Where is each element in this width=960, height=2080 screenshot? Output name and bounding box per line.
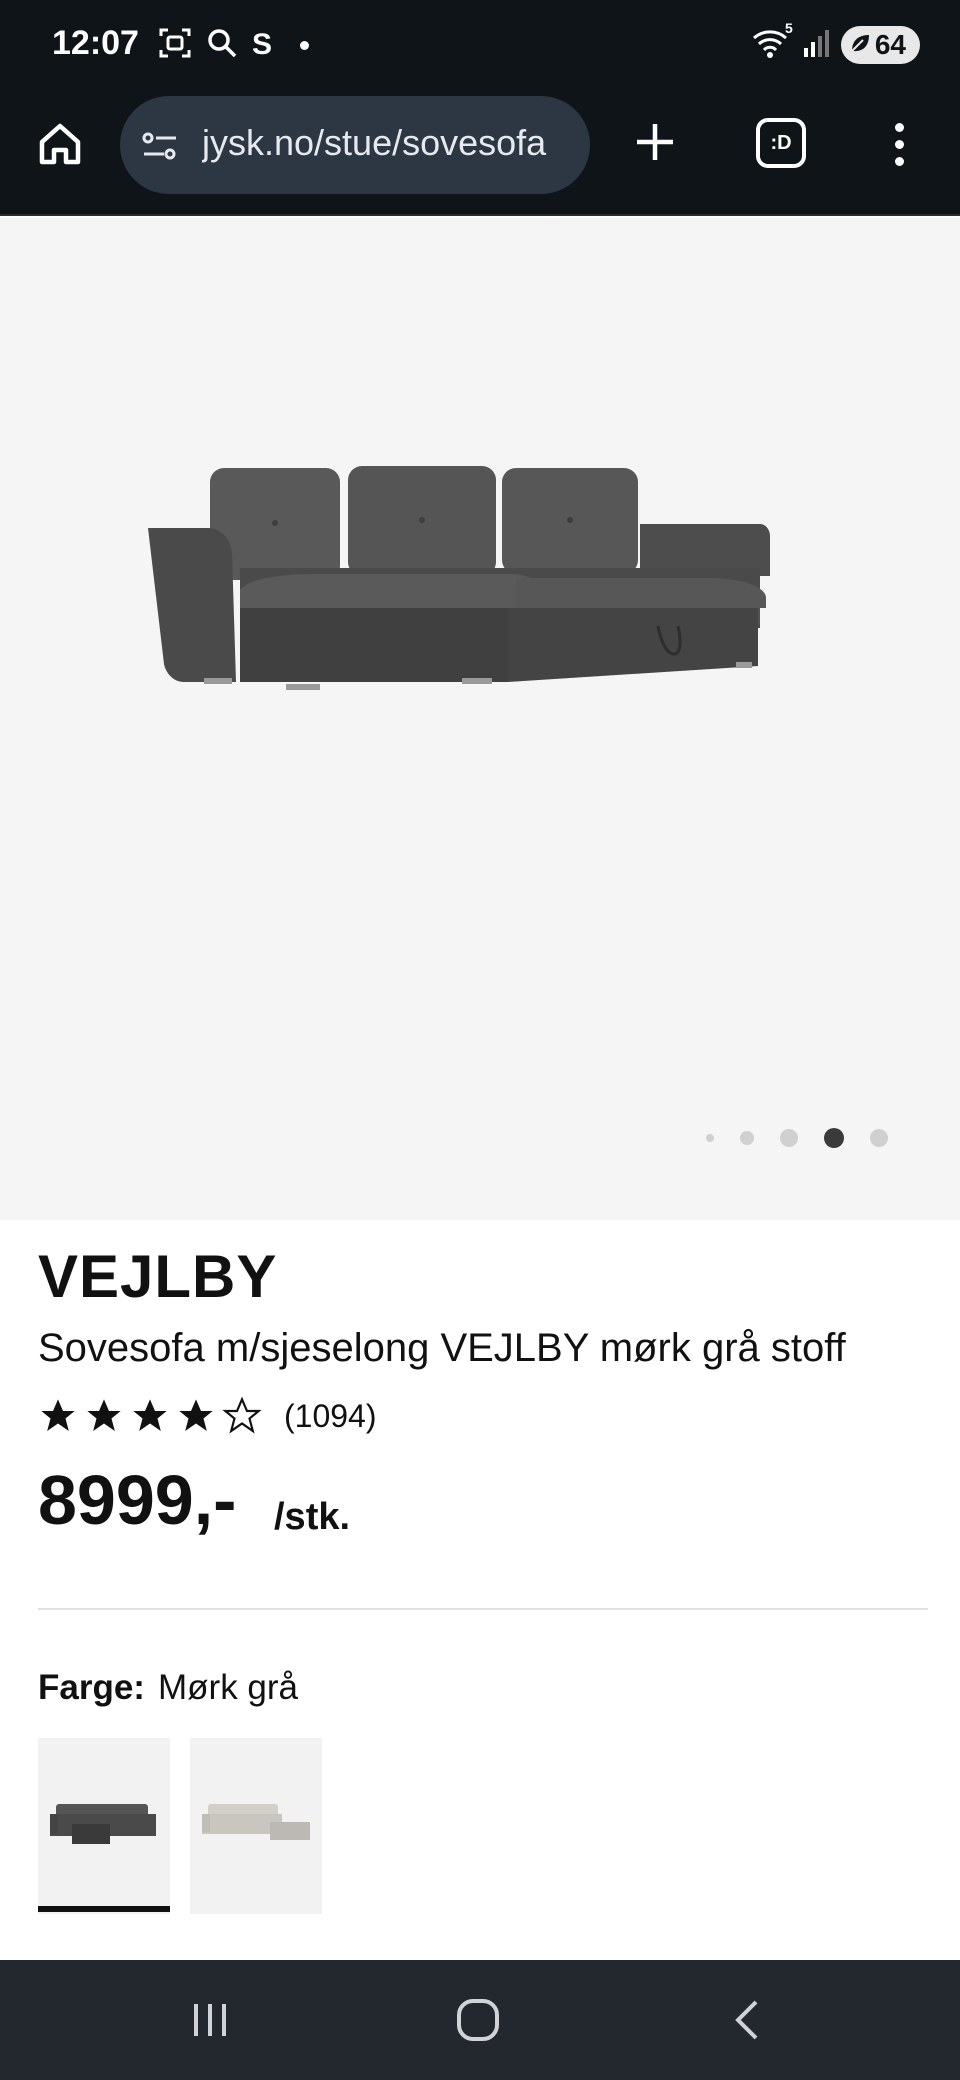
url-text[interactable]: jysk.no/stue/sovesofa	[202, 122, 590, 164]
home-button[interactable]	[32, 116, 88, 172]
home-icon	[39, 123, 81, 165]
divider	[38, 1608, 928, 1610]
gallery-dot-3[interactable]	[780, 1129, 798, 1147]
status-bar: 12:07 S 5 64	[0, 0, 960, 90]
home-circle-icon	[457, 1999, 499, 2041]
signal-icon	[803, 28, 829, 63]
menu-dot	[894, 122, 904, 132]
tab-switcher-button[interactable]: :D	[756, 118, 806, 168]
recent-apps-icon	[194, 2004, 226, 2036]
star-filled-icon	[179, 1399, 213, 1431]
star-filled-icon	[133, 1399, 167, 1431]
status-time: 12:07	[52, 24, 139, 62]
status-icons-right: 5 64	[751, 20, 920, 66]
wifi-icon: 5	[751, 20, 793, 65]
menu-dot	[894, 156, 904, 166]
color-swatch-light-grey[interactable]	[190, 1738, 322, 1914]
browser-toolbar: jysk.no/stue/sovesofa :D	[0, 90, 960, 216]
wifi-badge: 5	[785, 19, 793, 36]
product-description: Sovesofa m/sjeselong VEJLBY mørk grå sto…	[38, 1326, 846, 1370]
product-name: VEJLBY	[38, 1243, 278, 1310]
star-filled-icon	[87, 1399, 121, 1431]
gallery-pagination	[700, 1118, 900, 1158]
plus-icon	[637, 124, 673, 160]
product-image-gallery[interactable]	[0, 218, 960, 1220]
back-arrow-icon	[735, 2000, 758, 2040]
menu-dot	[894, 139, 904, 149]
search-status-icon	[206, 27, 238, 64]
address-bar[interactable]: jysk.no/stue/sovesofa	[120, 96, 590, 194]
s-app-icon: S	[252, 28, 273, 61]
screenshot-icon	[158, 26, 192, 65]
selected-swatch-indicator	[38, 1906, 170, 1912]
site-settings-icon[interactable]	[140, 126, 180, 166]
system-navigation-bar	[0, 1960, 960, 2080]
browser-menu-button[interactable]	[884, 114, 914, 174]
gallery-dot-1[interactable]	[706, 1134, 714, 1142]
gallery-dot-active[interactable]	[824, 1128, 844, 1148]
sofa-thumbnail-dark	[50, 1804, 156, 1844]
price-unit: /stk.	[274, 1496, 351, 1538]
battery-level: 64	[874, 29, 906, 60]
color-label: Farge:	[38, 1668, 145, 1707]
battery-indicator: 64	[840, 26, 920, 64]
new-tab-button[interactable]	[630, 112, 680, 172]
color-swatch-dark-grey[interactable]	[38, 1738, 170, 1914]
product-image-sofa[interactable]	[140, 428, 830, 758]
gallery-dot-5[interactable]	[870, 1129, 888, 1147]
back-button[interactable]	[718, 1990, 778, 2050]
gallery-dot-2[interactable]	[740, 1131, 754, 1145]
status-icons-left: S	[158, 22, 310, 68]
product-rating[interactable]: (1094)	[38, 1390, 377, 1442]
star-filled-icon	[41, 1399, 75, 1431]
star-empty-icon	[222, 1396, 262, 1434]
review-count[interactable]: (1094)	[284, 1398, 377, 1435]
leaf-icon	[849, 29, 871, 61]
home-nav-button[interactable]	[448, 1990, 508, 2050]
product-price: 8999,-	[38, 1461, 237, 1539]
recent-apps-button[interactable]	[180, 1990, 240, 2050]
notification-dot-icon	[300, 40, 310, 50]
color-value: Mørk grå	[158, 1668, 298, 1707]
sofa-thumbnail-light	[202, 1804, 310, 1840]
